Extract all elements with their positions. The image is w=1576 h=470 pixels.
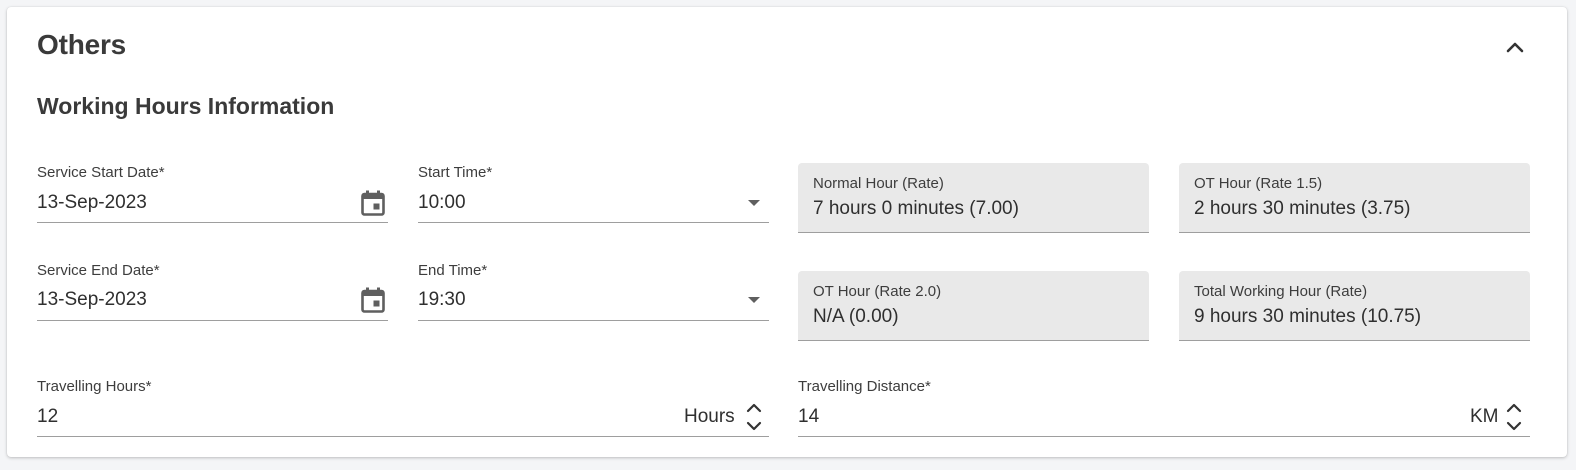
dropdown-arrow-icon bbox=[748, 200, 760, 206]
chevron-up-icon bbox=[746, 403, 762, 413]
normal-hour-display: Normal Hour (Rate) 7 hours 0 minutes (7.… bbox=[798, 163, 1149, 233]
ot-hour-2-0-label: OT Hour (Rate 2.0) bbox=[813, 283, 942, 300]
ot-hour-2-0-value: N/A (0.00) bbox=[813, 306, 899, 327]
calendar-icon bbox=[361, 190, 385, 216]
travelling-distance-stepper[interactable] bbox=[1503, 400, 1525, 434]
service-end-date-calendar-button[interactable] bbox=[357, 284, 389, 316]
travelling-hours-unit: Hours bbox=[684, 406, 735, 427]
travelling-distance-decrement-button[interactable] bbox=[1503, 418, 1525, 434]
chevron-down-icon bbox=[1506, 421, 1522, 431]
travelling-hours-stepper[interactable] bbox=[743, 400, 765, 434]
chevron-up-icon bbox=[1506, 42, 1524, 53]
service-start-date-field[interactable]: Service Start Date* 13-Sep-2023 bbox=[37, 164, 388, 223]
travelling-distance-label: Travelling Distance* bbox=[798, 378, 931, 395]
chevron-up-icon bbox=[1506, 403, 1522, 413]
start-time-select[interactable]: Start Time* 10:00 bbox=[418, 164, 769, 223]
service-end-date-label: Service End Date* bbox=[37, 262, 160, 279]
travelling-hours-field[interactable]: Travelling Hours* 12 Hours bbox=[37, 378, 769, 437]
travelling-hours-decrement-button[interactable] bbox=[743, 418, 765, 434]
ot-hour-1-5-value: 2 hours 30 minutes (3.75) bbox=[1194, 198, 1411, 219]
start-time-dropdown-button[interactable] bbox=[738, 189, 770, 217]
total-working-hour-label: Total Working Hour (Rate) bbox=[1194, 283, 1368, 300]
end-time-value: 19:30 bbox=[418, 289, 466, 310]
service-end-date-field[interactable]: Service End Date* 13-Sep-2023 bbox=[37, 262, 388, 321]
calendar-icon bbox=[361, 287, 385, 313]
travelling-distance-field[interactable]: Travelling Distance* 14 KM bbox=[798, 378, 1530, 437]
ot-hour-1-5-display: OT Hour (Rate 1.5) 2 hours 30 minutes (3… bbox=[1179, 163, 1530, 233]
travelling-distance-increment-button[interactable] bbox=[1503, 400, 1525, 416]
service-start-date-label: Service Start Date* bbox=[37, 164, 165, 181]
travelling-hours-input[interactable]: 12 bbox=[37, 406, 58, 428]
normal-hour-label: Normal Hour (Rate) bbox=[813, 175, 944, 192]
end-time-select[interactable]: End Time* 19:30 bbox=[418, 262, 769, 321]
normal-hour-value: 7 hours 0 minutes (7.00) bbox=[813, 198, 1019, 219]
ot-hour-2-0-display: OT Hour (Rate 2.0) N/A (0.00) bbox=[798, 271, 1149, 341]
dropdown-arrow-icon bbox=[748, 297, 760, 303]
service-start-date-calendar-button[interactable] bbox=[357, 187, 389, 219]
travelling-hours-increment-button[interactable] bbox=[743, 400, 765, 416]
others-panel: Others Working Hours Information Service… bbox=[7, 7, 1567, 457]
travelling-hours-label: Travelling Hours* bbox=[37, 378, 152, 395]
chevron-down-icon bbox=[746, 421, 762, 431]
start-time-value: 10:00 bbox=[418, 192, 466, 213]
start-time-label: Start Time* bbox=[418, 164, 493, 181]
end-time-label: End Time* bbox=[418, 262, 488, 279]
ot-hour-1-5-label: OT Hour (Rate 1.5) bbox=[1194, 175, 1323, 192]
end-time-dropdown-button[interactable] bbox=[738, 286, 770, 314]
total-working-hour-value: 9 hours 30 minutes (10.75) bbox=[1194, 306, 1422, 327]
panel-title: Others bbox=[37, 29, 127, 60]
total-working-hour-display: Total Working Hour (Rate) 9 hours 30 min… bbox=[1179, 271, 1530, 341]
collapse-button[interactable] bbox=[1501, 33, 1529, 61]
section-title: Working Hours Information bbox=[37, 93, 335, 119]
service-end-date-value: 13-Sep-2023 bbox=[37, 289, 147, 310]
travelling-distance-unit: KM bbox=[1470, 406, 1499, 427]
service-start-date-value: 13-Sep-2023 bbox=[37, 192, 147, 213]
travelling-distance-input[interactable]: 14 bbox=[798, 406, 819, 428]
